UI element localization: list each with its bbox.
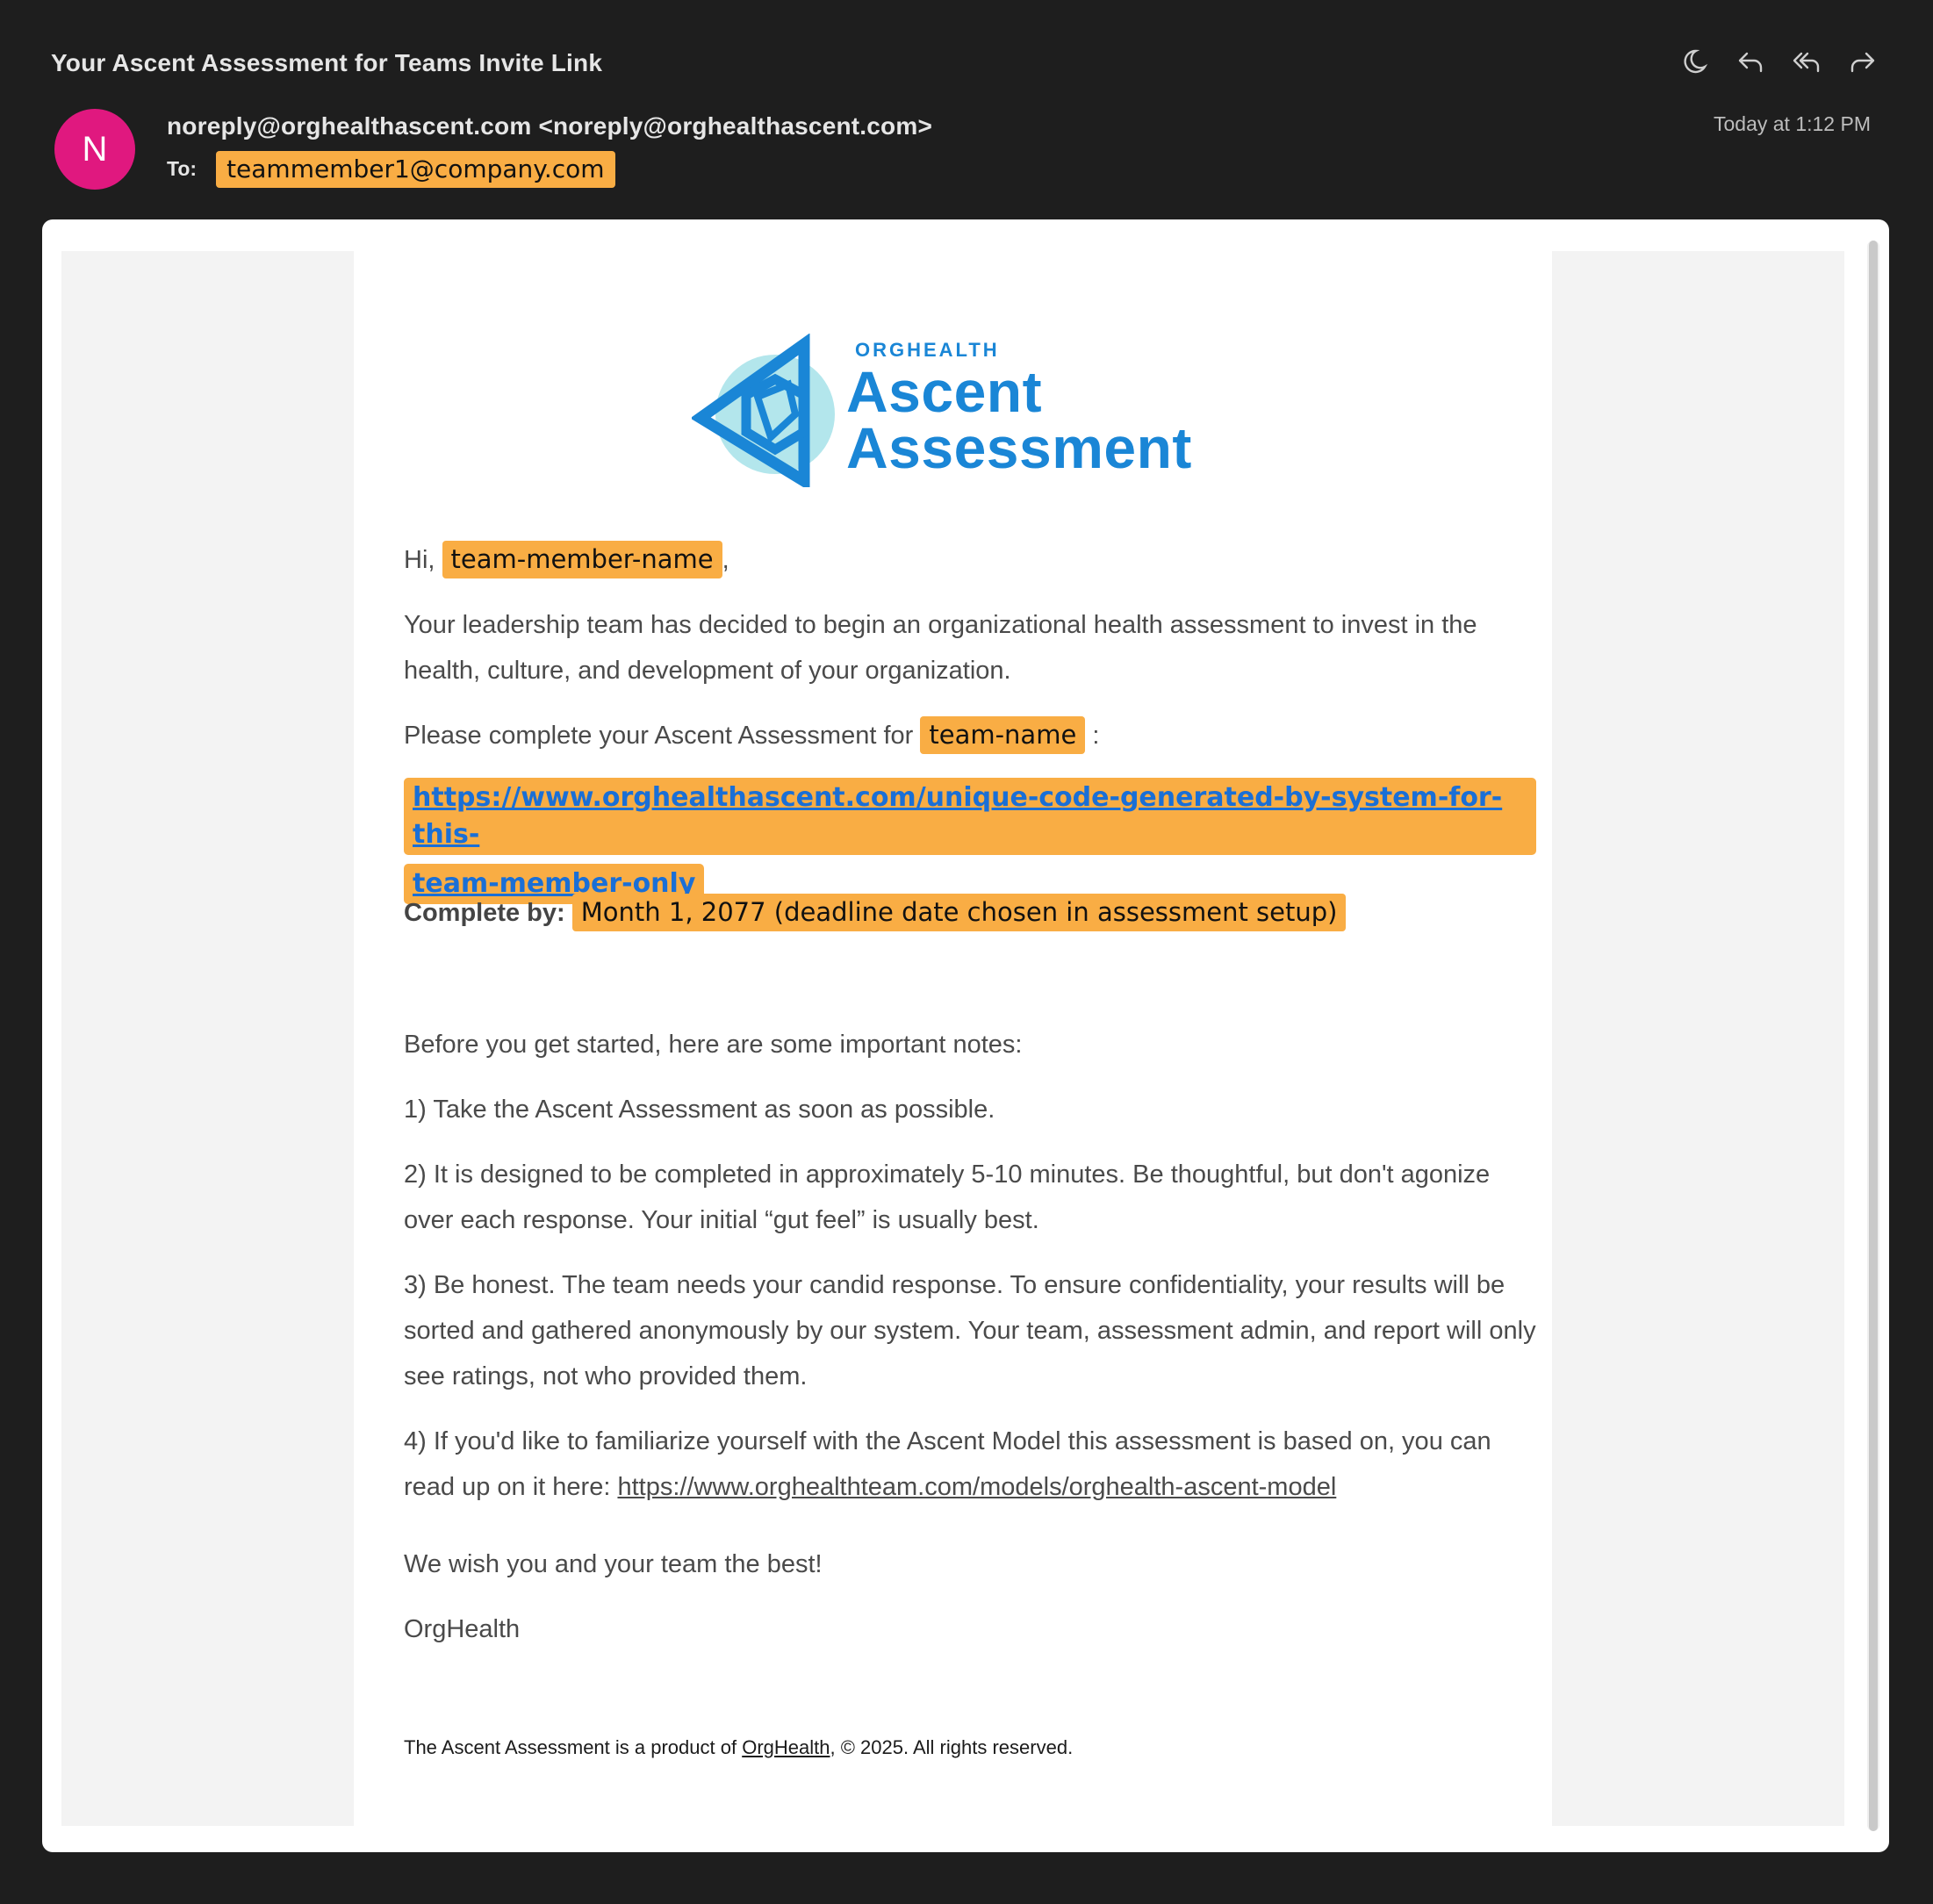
assessment-link-block: https://www.orghealthascent.com/unique-c… — [404, 778, 1536, 909]
deadline-line: Complete by: Month 1, 2077 (deadline dat… — [404, 890, 1536, 936]
left-gutter — [61, 251, 354, 1826]
to-label: To: — [167, 157, 198, 181]
recipient-address[interactable]: teammember1@company.com — [216, 151, 615, 188]
scrollbar-thumb[interactable] — [1869, 241, 1878, 1831]
message-body-card: ORGHEALTH Ascent Assessment Hi, team-mem… — [42, 219, 1889, 1852]
complete-line: Please complete your Ascent Assessment f… — [404, 713, 1536, 758]
member-name-placeholder: team-member-name — [442, 541, 722, 578]
closing-line: We wish you and your team the best! — [404, 1550, 823, 1578]
assessment-link-line1[interactable]: https://www.orghealthascent.com/unique-c… — [404, 778, 1536, 855]
deadline-value: Month 1, 2077 (deadline date chosen in a… — [571, 894, 1347, 931]
sender-avatar: N — [54, 109, 135, 190]
signature: OrgHealth — [404, 1615, 521, 1643]
note-4: 4) If you'd like to familiarize yourself… — [404, 1419, 1536, 1510]
greeting-prefix: Hi, — [404, 546, 435, 574]
logo-title-line2: Assessment — [846, 415, 1192, 480]
reply-all-icon[interactable] — [1789, 44, 1824, 79]
intro-paragraph: Your leadership team has decided to begi… — [404, 611, 1477, 685]
footer-suffix: , © 2025. All rights reserved. — [830, 1736, 1074, 1758]
email-timestamp: Today at 1:12 PM — [1714, 112, 1871, 135]
note-2: 2) It is designed to be completed in app… — [404, 1160, 1491, 1234]
complete-suffix: : — [1092, 722, 1100, 750]
message-toolbar — [1677, 44, 1880, 79]
ascent-model-link[interactable]: https://www.orghealthteam.com/models/org… — [617, 1473, 1336, 1501]
greeting: Hi, team-member-name, — [404, 537, 1536, 583]
complete-prefix: Please complete your Ascent Assessment f… — [404, 722, 914, 750]
email-subject: Your Ascent Assessment for Teams Invite … — [51, 49, 603, 76]
forward-icon[interactable] — [1845, 44, 1880, 79]
right-gutter — [1552, 251, 1844, 1826]
ascent-logo-mark-icon — [692, 334, 835, 487]
deadline-label: Complete by: — [404, 899, 565, 927]
reply-icon[interactable] — [1733, 44, 1768, 79]
footer-prefix: The Ascent Assessment is a product of — [404, 1736, 737, 1758]
snooze-moon-icon[interactable] — [1677, 44, 1712, 79]
note-3: 3) Be honest. The team needs your candid… — [404, 1271, 1536, 1390]
sender-address[interactable]: noreply@orghealthascent.com <noreply@org… — [167, 112, 932, 140]
notes-intro: Before you get started, here are some im… — [404, 1031, 1023, 1059]
footer-orghealth-link[interactable]: OrgHealth — [742, 1736, 830, 1758]
note-1: 1) Take the Ascent Assessment as soon as… — [404, 1096, 995, 1124]
footer-notice: The Ascent Assessment is a product of Or… — [404, 1735, 1536, 1761]
team-name-placeholder: team-name — [920, 716, 1086, 754]
recipient-row: To: teammember1@company.com — [167, 151, 615, 188]
scrollbar[interactable] — [1867, 241, 1879, 1831]
greeting-suffix: , — [722, 546, 729, 574]
